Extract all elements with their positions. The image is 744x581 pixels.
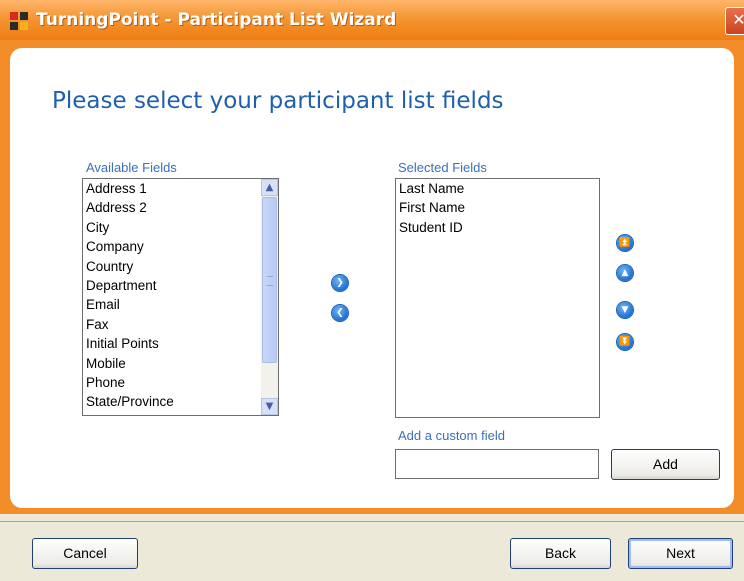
page-title: Please select your participant list fiel…: [52, 88, 504, 114]
move-bottom-icon: ⏬: [619, 337, 631, 347]
close-button[interactable]: ✕: [725, 7, 744, 35]
selected-items: Last Name First Name Student ID: [396, 179, 599, 237]
move-up-button[interactable]: ▲: [617, 265, 633, 281]
list-item[interactable]: Phone: [83, 373, 278, 392]
selected-fields-list[interactable]: Last Name First Name Student ID: [395, 178, 600, 418]
move-down-button[interactable]: ▼: [617, 302, 633, 318]
available-fields-list[interactable]: Address 1 Address 2 City Company Country Depa…: [82, 178, 279, 416]
list-item[interactable]: Initial Points: [83, 334, 278, 353]
turningpoint-app-icon: [10, 12, 28, 30]
close-icon: ✕: [732, 10, 744, 29]
chevron-up-icon: ▲: [265, 182, 274, 193]
available-items: Address 1 Address 2 City Company Country Depa…: [83, 179, 278, 412]
list-item[interactable]: Fax: [83, 315, 278, 334]
list-item[interactable]: City: [83, 218, 278, 237]
back-button[interactable]: Back: [510, 538, 611, 569]
arrow-right-icon: ❯: [336, 278, 344, 288]
move-up-icon: ▲: [621, 268, 629, 278]
selected-fields-label: Selected Fields: [398, 160, 487, 175]
list-item[interactable]: Email: [83, 295, 278, 314]
scroll-up-button[interactable]: ▲: [261, 179, 278, 196]
grip-icon: [267, 276, 273, 286]
next-button[interactable]: Next: [628, 538, 733, 569]
move-bottom-button[interactable]: ⏬: [617, 334, 633, 350]
chevron-down-icon: ▼: [265, 401, 274, 412]
add-field-button[interactable]: ❯: [332, 275, 348, 291]
list-item[interactable]: First Name: [396, 198, 599, 217]
list-item[interactable]: Last Name: [396, 179, 599, 198]
list-item[interactable]: Student ID: [396, 218, 599, 237]
move-down-icon: ▼: [621, 305, 629, 315]
available-scrollbar[interactable]: ▲ ▼: [261, 179, 278, 415]
scroll-down-button[interactable]: ▼: [261, 398, 278, 415]
move-top-icon: ⏫: [619, 238, 631, 248]
list-item[interactable]: Country: [83, 257, 278, 276]
list-item[interactable]: Department: [83, 276, 278, 295]
custom-field-input[interactable]: [395, 449, 599, 479]
custom-field-label: Add a custom field: [398, 428, 505, 443]
available-fields-label: Available Fields: [86, 160, 177, 175]
list-item[interactable]: Address 2: [83, 198, 278, 217]
list-item[interactable]: State/Province: [83, 392, 278, 411]
window-title: TurningPoint - Participant List Wizard: [36, 10, 397, 30]
arrow-left-icon: ❮: [336, 308, 344, 318]
list-item[interactable]: Mobile: [83, 354, 278, 373]
list-item[interactable]: Company: [83, 237, 278, 256]
remove-field-button[interactable]: ❮: [332, 305, 348, 321]
footer-divider: [0, 521, 744, 522]
title-bar[interactable]: TurningPoint - Participant List Wizard ✕: [0, 0, 744, 40]
scroll-thumb[interactable]: [262, 197, 277, 363]
cancel-button[interactable]: Cancel: [32, 538, 138, 569]
add-custom-field-button[interactable]: Add: [611, 449, 720, 480]
move-top-button[interactable]: ⏫: [617, 235, 633, 251]
list-item[interactable]: Address 1: [83, 179, 278, 198]
wizard-window: TurningPoint - Participant List Wizard ✕…: [0, 0, 744, 581]
